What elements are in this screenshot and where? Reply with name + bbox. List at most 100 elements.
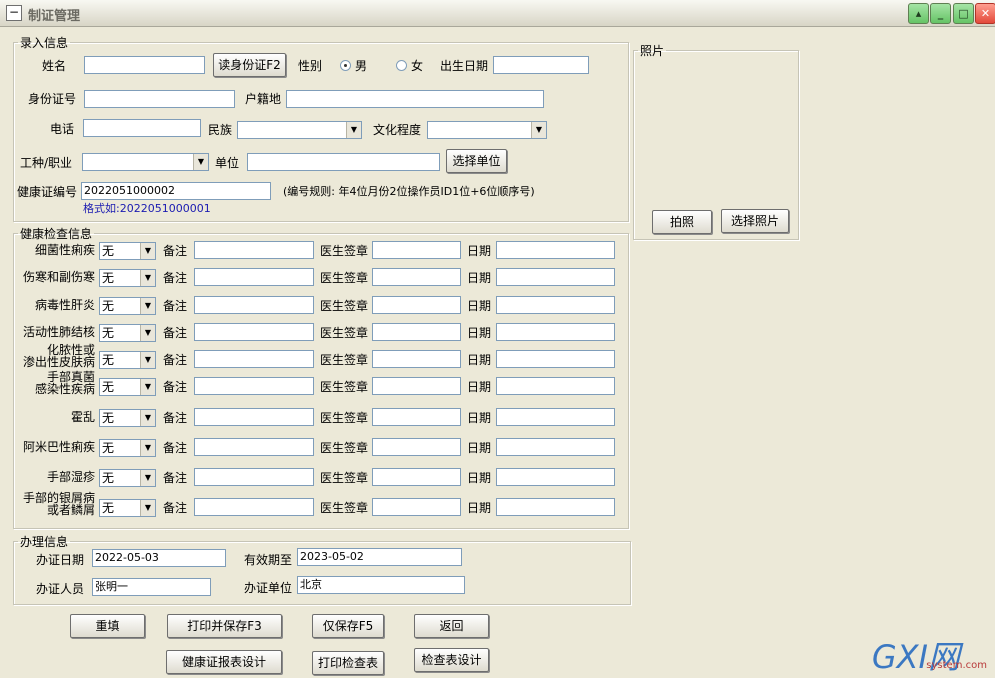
check-date-input[interactable] [496,296,615,314]
chevron-down-icon[interactable]: ▼ [346,122,361,138]
disease-label: 病毒性肝炎 [34,298,95,312]
remark-label: 备注 [163,501,188,515]
doctor-sign-input[interactable] [372,438,461,456]
doctor-sign-input[interactable] [372,268,461,286]
remark-input[interactable] [194,296,314,314]
select-unit-button[interactable]: 选择单位 [446,149,507,173]
photo-legend: 照片 [640,44,665,58]
remark-label: 备注 [163,441,188,455]
birth-date-input[interactable] [493,56,589,74]
doctor-sign-input[interactable] [372,468,461,486]
remark-input[interactable] [194,350,314,368]
doctor-sign-input[interactable] [372,350,461,368]
remark-input[interactable] [194,268,314,286]
doctor-sign-label: 医生签章 [320,326,369,340]
chevron-down-icon[interactable]: ▼ [140,379,155,395]
doctor-sign-input[interactable] [372,296,461,314]
check-design-button[interactable]: 检查表设计 [414,648,489,672]
ethnic-select[interactable]: ▼ [237,121,362,139]
doctor-sign-label: 医生签章 [320,244,369,258]
remark-input[interactable] [194,323,314,341]
doctor-sign-input[interactable] [372,498,461,516]
print-save-button[interactable]: 打印并保存F3 [167,614,282,638]
id-number-input[interactable] [84,90,235,108]
remark-input[interactable] [194,438,314,456]
valid-until-input[interactable]: 2023-05-02 [297,548,462,566]
disease-result-select[interactable]: 无 ▼ [99,409,156,427]
check-date-input[interactable] [496,468,615,486]
ethnic-label: 民族 [208,123,233,137]
hukou-input[interactable] [286,90,544,108]
phone-input[interactable] [83,119,201,137]
check-date-label: 日期 [467,244,492,258]
issue-date-input[interactable]: 2022-05-03 [92,549,226,567]
check-date-input[interactable] [496,241,615,259]
chevron-down-icon[interactable]: ▼ [193,154,208,170]
chevron-down-icon[interactable]: ▼ [140,352,155,368]
reset-button[interactable]: 重填 [70,614,145,638]
disease-result-select[interactable]: 无 ▼ [99,351,156,369]
disease-label: 霍乱 [70,410,95,424]
disease-result-select[interactable]: 无 ▼ [99,469,156,487]
check-date-input[interactable] [496,408,615,426]
disease-result-select[interactable]: 无 ▼ [99,499,156,517]
check-date-label: 日期 [467,441,492,455]
remark-input[interactable] [194,468,314,486]
check-date-input[interactable] [496,377,615,395]
check-date-input[interactable] [496,350,615,368]
education-select[interactable]: ▼ [427,121,547,139]
cert-report-design-button[interactable]: 健康证报表设计 [166,650,282,674]
doctor-sign-input[interactable] [372,323,461,341]
chevron-down-icon[interactable]: ▼ [140,410,155,426]
check-date-input[interactable] [496,498,615,516]
check-date-input[interactable] [496,323,615,341]
issue-unit-input[interactable]: 北京 [297,576,465,594]
issuer-input[interactable]: 张明一 [92,578,211,596]
chevron-down-icon[interactable]: ▼ [140,470,155,486]
disease-result-select[interactable]: 无 ▼ [99,439,156,457]
minimize-icon[interactable]: _ [930,3,951,24]
disease-result-select[interactable]: 无 ▼ [99,378,156,396]
doctor-sign-input[interactable] [372,377,461,395]
read-id-button[interactable]: 读身份证F2 [213,53,286,77]
issuer-label: 办证人员 [36,582,85,596]
back-button[interactable]: 返回 [414,614,489,638]
disease-result-select[interactable]: 无 ▼ [99,242,156,260]
remark-label: 备注 [163,471,188,485]
remark-input[interactable] [194,498,314,516]
remark-input[interactable] [194,408,314,426]
disease-result-select[interactable]: 无 ▼ [99,269,156,287]
save-only-button[interactable]: 仅保存F5 [312,614,384,638]
unit-input[interactable] [247,153,440,171]
name-input[interactable] [84,56,205,74]
chevron-down-icon[interactable]: ▼ [140,325,155,341]
disease-result-select[interactable]: 无 ▼ [99,324,156,342]
choose-photo-button[interactable]: 选择照片 [721,209,789,233]
job-select[interactable]: ▼ [82,153,209,171]
disease-result-select[interactable]: 无 ▼ [99,297,156,315]
check-date-input[interactable] [496,268,615,286]
close-icon[interactable]: ✕ [975,3,995,24]
remark-input[interactable] [194,241,314,259]
chevron-down-icon[interactable]: ▼ [140,440,155,456]
male-radio[interactable] [340,60,351,71]
female-radio[interactable] [396,60,407,71]
doctor-sign-input[interactable] [372,241,461,259]
chevron-down-icon[interactable]: ▼ [531,122,546,138]
chevron-down-icon[interactable]: ▼ [140,270,155,286]
chevron-down-icon[interactable]: ▼ [140,243,155,259]
restore-icon[interactable]: ▴ [908,3,929,24]
print-check-button[interactable]: 打印检查表 [312,651,384,675]
cert-number-input[interactable]: 2022051000002 [81,182,271,200]
take-photo-button[interactable]: 拍照 [652,210,712,234]
remark-input[interactable] [194,377,314,395]
doctor-sign-input[interactable] [372,408,461,426]
chevron-down-icon[interactable]: ▼ [140,298,155,314]
check-date-input[interactable] [496,438,615,456]
doctor-sign-label: 医生签章 [320,353,369,367]
window-menu-icon[interactable]: − [6,5,22,21]
doctor-sign-label: 医生签章 [320,380,369,394]
maximize-icon[interactable]: □ [953,3,974,24]
remark-label: 备注 [163,411,188,425]
chevron-down-icon[interactable]: ▼ [140,500,155,516]
